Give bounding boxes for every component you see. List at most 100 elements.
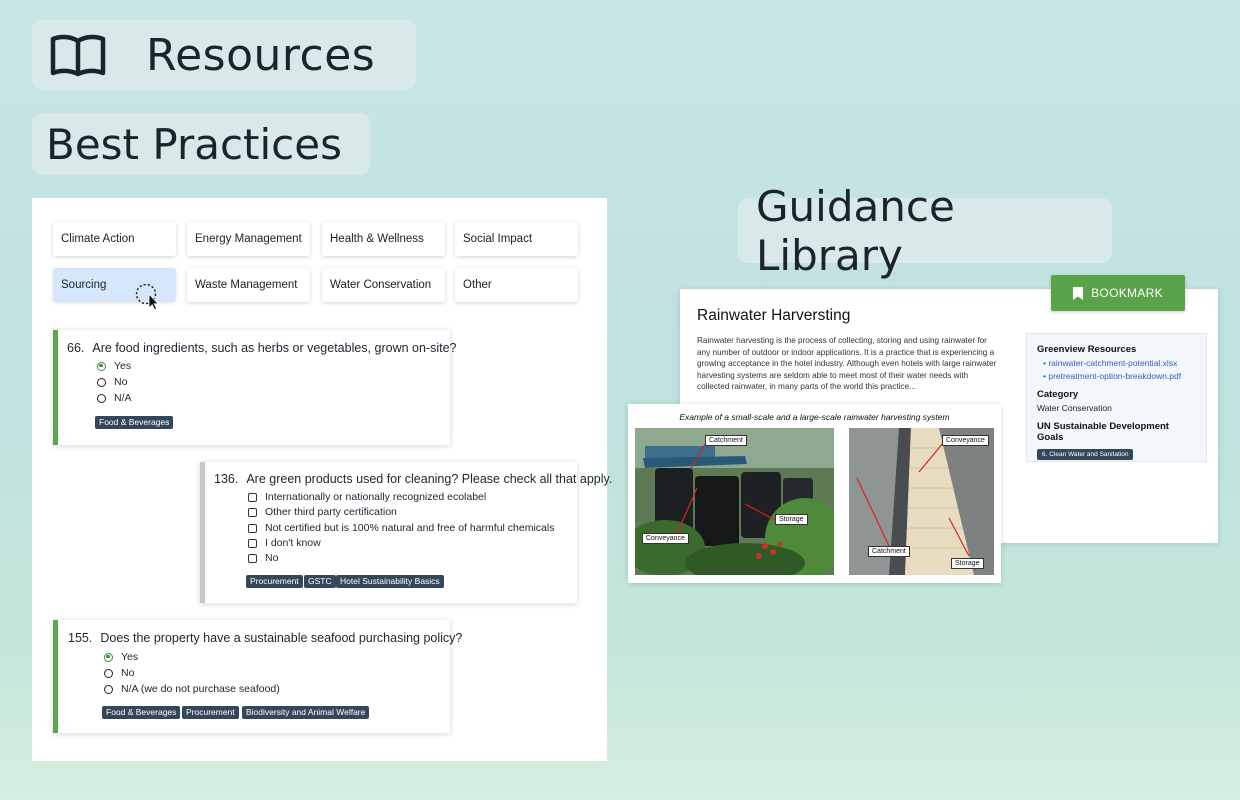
radio[interactable] bbox=[104, 668, 113, 678]
radio-selected[interactable] bbox=[97, 361, 106, 371]
option-label: Other third party certification bbox=[265, 506, 397, 518]
guidance-library-title: Guidance Library bbox=[756, 181, 955, 280]
category-health-wellness[interactable]: Health & Wellness bbox=[322, 222, 445, 256]
label-catchment: Catchment bbox=[868, 546, 910, 557]
tag-biodiversity[interactable]: Biodiversity and Animal Welfare bbox=[242, 706, 370, 719]
label-conveyance: Conveyance bbox=[642, 533, 689, 544]
figure-caption: Example of a small-scale and a large-sca… bbox=[679, 412, 950, 422]
option-dont-know[interactable]: I don't know bbox=[248, 537, 321, 549]
category-other[interactable]: Other bbox=[455, 268, 578, 302]
large-scale-photo: Conveyance Catchment Storage bbox=[849, 428, 994, 575]
option-label: No bbox=[121, 667, 135, 679]
option-na[interactable]: N/A bbox=[97, 392, 132, 404]
radio[interactable] bbox=[104, 684, 113, 694]
category-label: Health & Wellness bbox=[330, 233, 424, 245]
label-storage: Storage bbox=[775, 514, 808, 525]
checkbox[interactable] bbox=[248, 538, 257, 548]
question-card-136: 136. Are green products used for cleaning… bbox=[200, 462, 612, 603]
category-heading: Category bbox=[1037, 389, 1079, 400]
question-text: Are green products used for cleaning? Pl… bbox=[246, 472, 613, 486]
tag-food-beverages[interactable]: Food & Beverages bbox=[102, 706, 181, 719]
category-label: Social Impact bbox=[463, 233, 533, 245]
tag-gstc[interactable]: GSTC bbox=[304, 575, 336, 588]
option-label: No bbox=[114, 376, 128, 388]
category-value: Water Conservation bbox=[1037, 403, 1112, 413]
category-label: Energy Management bbox=[195, 233, 302, 245]
option-label: Internationally or nationally recognized… bbox=[265, 491, 487, 503]
category-label: Other bbox=[463, 279, 492, 291]
label-catchment: Catchment bbox=[705, 435, 747, 446]
category-water-conservation[interactable]: Water Conservation bbox=[322, 268, 445, 302]
option-not-certified[interactable]: Not certified but is 100% natural and fr… bbox=[248, 522, 554, 534]
category-label: Waste Management bbox=[195, 279, 298, 291]
bookmark-button[interactable]: BOOKMARK bbox=[1051, 275, 1185, 311]
guidance-body: Rainwater harvesting is the process of c… bbox=[697, 336, 997, 392]
label-conveyance: Conveyance bbox=[942, 435, 989, 446]
bookmark-label: BOOKMARK bbox=[1091, 286, 1163, 300]
small-scale-illustration bbox=[635, 428, 834, 575]
tag-procurement[interactable]: Procurement bbox=[182, 706, 239, 719]
resources-title: Resources bbox=[146, 29, 376, 81]
radio[interactable] bbox=[97, 393, 106, 403]
radio-selected[interactable] bbox=[104, 652, 113, 662]
option-no[interactable]: No bbox=[104, 667, 134, 679]
best-practices-header: Best Practices bbox=[32, 113, 370, 175]
option-third-party[interactable]: Other third party certification bbox=[248, 506, 397, 518]
resources-heading: Greenview Resources bbox=[1037, 344, 1137, 355]
resources-header: Resources bbox=[32, 20, 416, 90]
question-number: 136. bbox=[214, 472, 239, 486]
tag-hotel-sustainability-basics[interactable]: Hotel Sustainability Basics bbox=[336, 575, 444, 588]
guidance-title: Rainwater Harversting bbox=[697, 307, 851, 324]
question-card-155: 155. Does the property have a sustainable… bbox=[53, 620, 462, 733]
question-title: 136. Are green products used for cleaning… bbox=[214, 472, 612, 486]
resource-link-xlsx[interactable]: rainwater-catchment-potential.xlsx bbox=[1037, 358, 1196, 368]
option-ecolabel[interactable]: Internationally or nationally recognized… bbox=[248, 491, 486, 503]
option-label: No bbox=[265, 552, 279, 564]
best-practices-title: Best Practices bbox=[46, 119, 342, 169]
question-number: 155. bbox=[68, 631, 93, 645]
tag-food-beverages[interactable]: Food & Beverages bbox=[95, 416, 174, 429]
option-label: N/A (we do not purchase seafood) bbox=[121, 683, 280, 695]
small-scale-photo: Catchment Storage Conveyance bbox=[635, 428, 834, 575]
resource-link-pdf[interactable]: pretreatment-option-breakdown.pdf bbox=[1037, 371, 1196, 381]
question-title: 66. Are food ingredients, such as herbs o… bbox=[67, 341, 457, 355]
category-climate-action[interactable]: Climate Action bbox=[53, 222, 176, 256]
label-storage: Storage bbox=[951, 558, 984, 569]
question-card-66: 66. Are food ingredients, such as herbs o… bbox=[53, 330, 457, 445]
bookmark-icon bbox=[1073, 286, 1084, 300]
checkbox[interactable] bbox=[248, 553, 257, 563]
category-waste-management[interactable]: Waste Management bbox=[187, 268, 310, 302]
guidance-sidebar: Greenview Resources rainwater-catchment-… bbox=[1026, 333, 1207, 462]
category-social-impact[interactable]: Social Impact bbox=[455, 222, 578, 256]
question-number: 66. bbox=[67, 341, 85, 355]
mouse-cursor-icon bbox=[135, 284, 159, 310]
best-practices-panel: Climate Action Energy Management Health … bbox=[32, 198, 612, 761]
option-yes[interactable]: Yes bbox=[104, 651, 138, 663]
option-no[interactable]: No bbox=[97, 376, 127, 388]
option-label: N/A bbox=[114, 392, 132, 404]
rainwater-figure: Example of a small-scale and a large-sca… bbox=[628, 404, 1001, 583]
category-label: Sourcing bbox=[61, 279, 107, 291]
category-label: Climate Action bbox=[61, 233, 135, 245]
guidance-library-header: Guidance Library bbox=[738, 182, 1112, 280]
option-label: Yes bbox=[121, 651, 139, 663]
option-label: I don't know bbox=[265, 537, 321, 549]
category-energy-management[interactable]: Energy Management bbox=[187, 222, 310, 256]
checkbox[interactable] bbox=[248, 492, 257, 502]
book-icon bbox=[50, 34, 106, 77]
option-label: Yes bbox=[114, 360, 132, 372]
option-no[interactable]: No bbox=[248, 552, 278, 564]
category-label: Water Conservation bbox=[330, 279, 432, 291]
tag-procurement[interactable]: Procurement bbox=[246, 575, 303, 588]
radio[interactable] bbox=[97, 377, 106, 387]
option-yes[interactable]: Yes bbox=[97, 360, 131, 372]
sdg-heading: UN Sustainable Development Goals bbox=[1037, 421, 1169, 443]
question-text: Does the property have a sustainable sea… bbox=[100, 631, 463, 645]
sdg-tag[interactable]: 6. Clean Water and Sanitation bbox=[1037, 449, 1134, 460]
checkbox[interactable] bbox=[248, 507, 257, 517]
option-na[interactable]: N/A (we do not purchase seafood) bbox=[104, 683, 280, 695]
question-title: 155. Does the property have a sustainable… bbox=[68, 631, 462, 645]
checkbox[interactable] bbox=[248, 523, 257, 533]
option-label: Not certified but is 100% natural and fr… bbox=[265, 522, 555, 534]
question-text: Are food ingredients, such as herbs or v… bbox=[92, 341, 457, 355]
